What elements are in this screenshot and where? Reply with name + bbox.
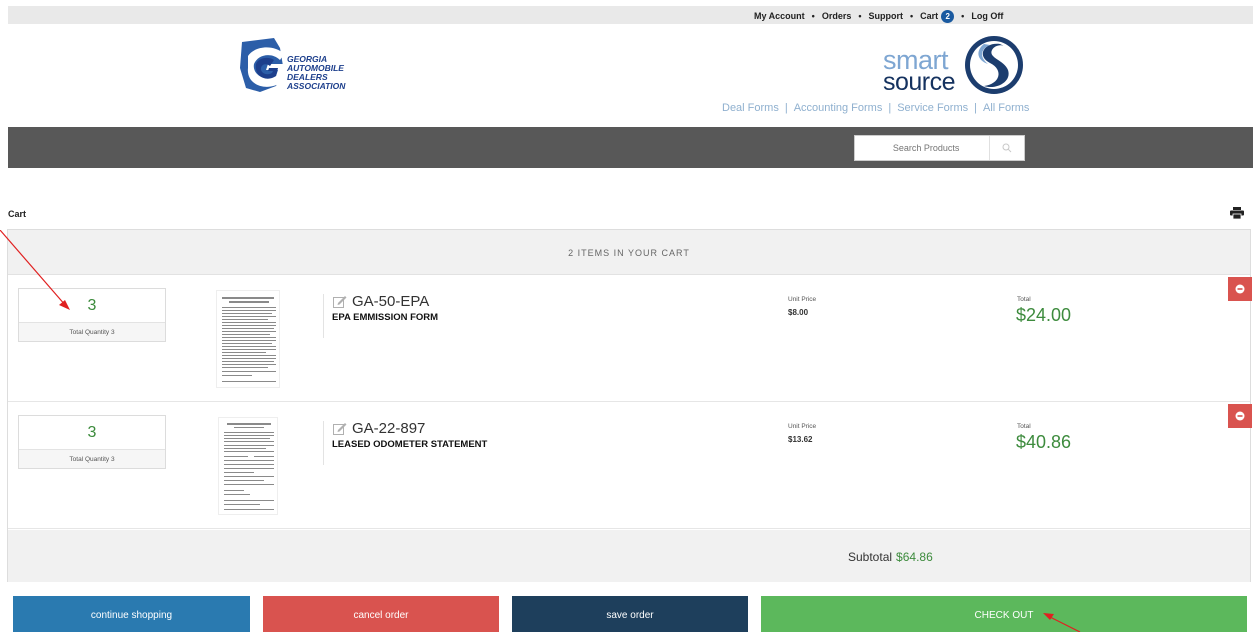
search-box (854, 135, 1025, 161)
cart-link-label: Cart (920, 10, 939, 21)
edit-icon[interactable] (333, 295, 347, 308)
cancel-order-button[interactable]: cancel order (263, 596, 499, 632)
subtotal-row: Subtotal $64.86 (8, 530, 1250, 582)
cart-item: 3 Total Quantity 3 (8, 276, 1252, 402)
item-total-value: $40.86 (1016, 432, 1072, 452)
link-divider: | (784, 102, 788, 114)
continue-shopping-button[interactable]: continue shopping (13, 596, 250, 632)
print-icon[interactable] (1230, 207, 1244, 219)
search-icon (1002, 143, 1012, 153)
service-forms-link[interactable]: Service Forms (897, 102, 968, 114)
remove-icon (1235, 411, 1245, 421)
link-divider: | (974, 102, 977, 114)
cart-items-header: 2 ITEMS IN YOUR CART (8, 230, 1250, 275)
item-divider (323, 294, 324, 338)
deal-forms-link[interactable]: Deal Forms (722, 102, 779, 114)
nav-separator: • (910, 11, 914, 21)
total-label: Total (1017, 296, 1031, 303)
save-order-button[interactable]: save order (512, 596, 748, 632)
nav-separator: • (811, 11, 815, 21)
check-out-button[interactable]: CHECK OUT (761, 596, 1247, 632)
unit-price-value: $13.62 (788, 435, 813, 444)
quantity-label: Total Quantity 3 (19, 449, 165, 468)
form-links: Deal Forms | Accounting Forms | Service … (722, 102, 1029, 114)
remove-item-button[interactable] (1228, 277, 1252, 301)
search-input[interactable] (855, 136, 990, 160)
edit-icon[interactable] (333, 422, 347, 435)
header-search-band (8, 127, 1253, 168)
nav-separator: • (961, 11, 965, 21)
quantity-box[interactable]: 3 Total Quantity 3 (18, 288, 166, 342)
all-forms-link[interactable]: All Forms (983, 102, 1029, 114)
unit-price-value: $8.00 (788, 308, 809, 317)
quantity-value[interactable]: 3 (19, 289, 165, 322)
unit-price-label: Unit Price (788, 296, 817, 303)
accounting-forms-link[interactable]: Accounting Forms (794, 102, 883, 114)
product-sku[interactable]: GA-50-EPA (333, 293, 429, 310)
quantity-value[interactable]: 3 (19, 416, 165, 449)
my-account-link[interactable]: My Account (754, 11, 805, 21)
product-sku-text: GA-22-897 (352, 420, 426, 437)
product-sku-text: GA-50-EPA (352, 293, 430, 310)
cart-link[interactable]: Cart 2 (920, 9, 955, 23)
orders-link[interactable]: Orders (822, 11, 852, 21)
total-label: Total (1017, 423, 1031, 430)
quantity-box[interactable]: 3 Total Quantity 3 (18, 415, 166, 469)
search-button[interactable] (989, 136, 1024, 160)
quantity-label: Total Quantity 3 (19, 322, 165, 341)
top-nav: My Account • Orders • Support • Cart 2 • … (754, 9, 1003, 23)
product-name: LEASED ODOMETER STATEMENT (332, 439, 488, 450)
subtotal-value: $64.86 (896, 550, 933, 564)
log-off-link[interactable]: Log Off (971, 11, 1003, 21)
product-thumbnail[interactable] (216, 290, 280, 388)
item-total-value: $24.00 (1016, 305, 1072, 325)
cart-count-badge: 2 (941, 9, 955, 23)
support-link[interactable]: Support (869, 11, 904, 21)
product-thumbnail[interactable] (218, 417, 278, 515)
gada-logo-text: GEORGIA AUTOMOBILE DEALERS ASSOCIATION (287, 54, 346, 91)
product-sku[interactable]: GA-22-897 (333, 420, 425, 437)
link-divider: | (888, 102, 892, 114)
smartsource-logo-source: source (883, 68, 956, 96)
top-utility-bar (8, 6, 1253, 24)
cart-panel: 2 ITEMS IN YOUR CART 3 Total Quantity 3 (7, 229, 1252, 582)
remove-item-button[interactable] (1228, 404, 1252, 428)
cart-item: 3 Total Quantity 3 (8, 403, 1252, 529)
page-title: Cart (8, 209, 27, 219)
subtotal: Subtotal $64.86 (848, 550, 933, 564)
nav-separator: • (858, 11, 862, 21)
unit-price-label: Unit Price (788, 423, 817, 430)
item-divider (323, 421, 324, 465)
product-name: EPA EMMISSION FORM (332, 312, 439, 323)
remove-icon (1235, 284, 1245, 294)
subtotal-label: Subtotal (848, 550, 893, 564)
